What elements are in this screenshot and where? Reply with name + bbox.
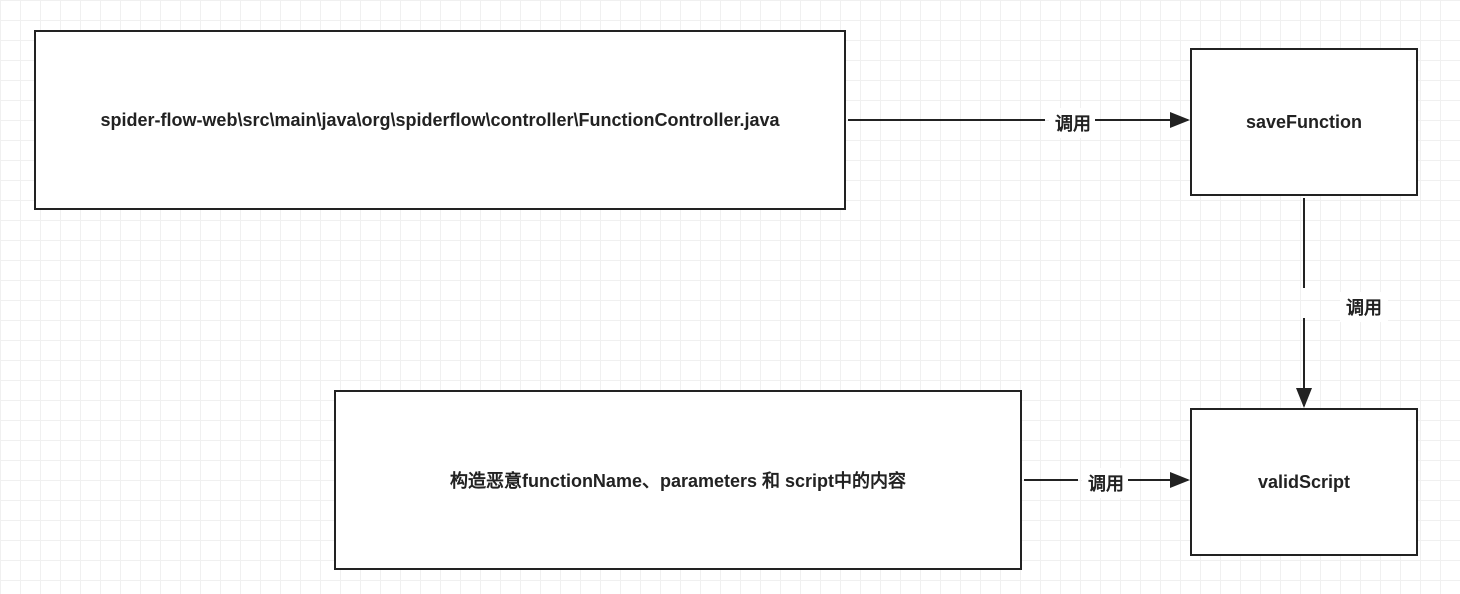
- node-valid-script: validScript: [1190, 408, 1418, 556]
- node-save-function: saveFunction: [1190, 48, 1418, 196]
- node-controller: spider-flow-web\src\main\java\org\spider…: [34, 30, 846, 210]
- edge-label-savefunction-to-validscript: 调用: [1340, 292, 1388, 322]
- edge-label-controller-to-savefunction: 调用: [1049, 108, 1097, 138]
- edge-label-payload-to-validscript: 调用: [1082, 468, 1130, 498]
- node-payload: 构造恶意functionName、parameters 和 script中的内容: [334, 390, 1022, 570]
